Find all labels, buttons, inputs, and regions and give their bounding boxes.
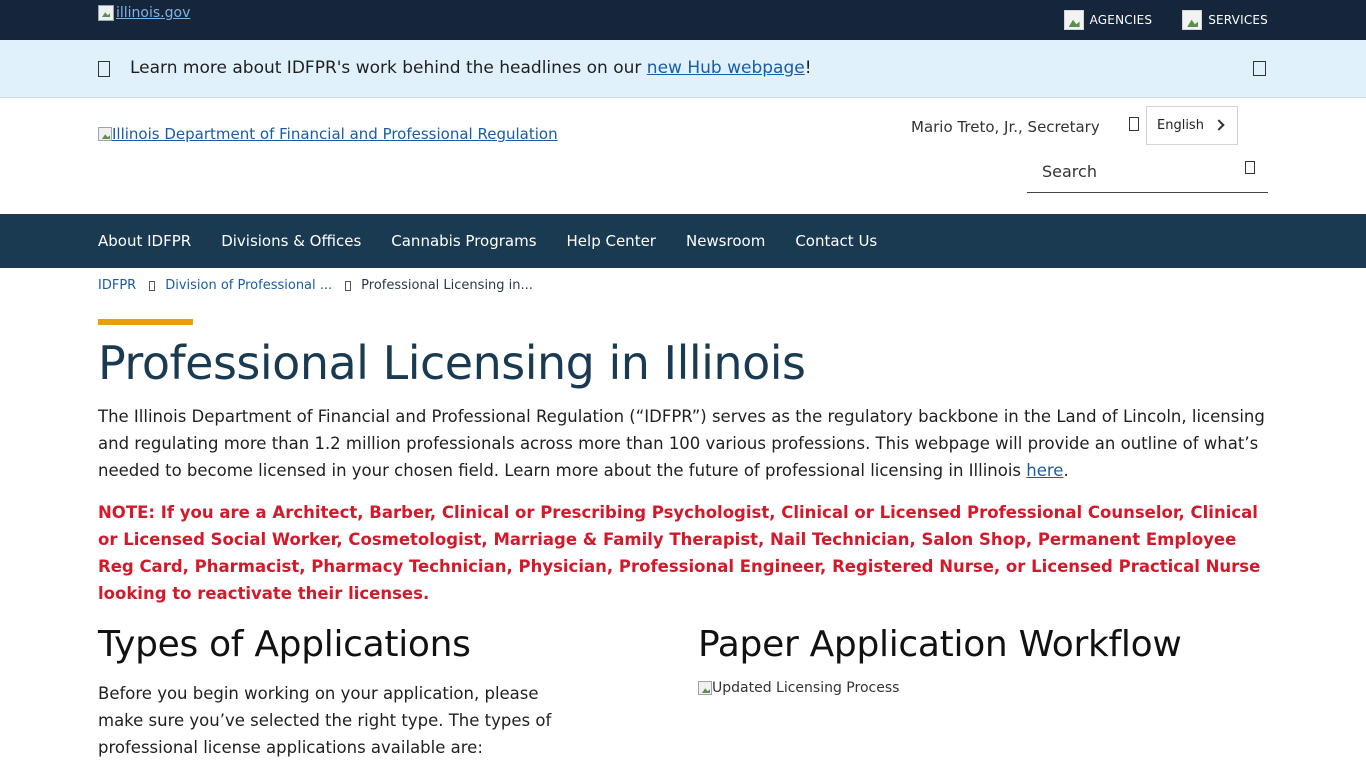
idfpr-logo-alt: Illinois Department of Financial and Pro… xyxy=(112,125,558,143)
intro-text: The Illinois Department of Financial and… xyxy=(98,407,1265,480)
language-selector[interactable]: English xyxy=(1146,106,1238,145)
types-description: Before you begin working on your applica… xyxy=(98,684,552,757)
breadcrumb-current: Professional Licensing in... xyxy=(361,278,533,293)
services-label: SERVICES xyxy=(1208,13,1268,27)
services-link[interactable]: SERVICES xyxy=(1182,10,1268,30)
broken-image-icon xyxy=(98,127,112,141)
breadcrumb-division[interactable]: Division of Professional ... xyxy=(165,278,332,293)
secretary-name: Mario Treto, Jr., Secretary xyxy=(911,118,1100,136)
search-input[interactable] xyxy=(1027,153,1227,189)
nav-newsroom[interactable]: Newsroom xyxy=(686,232,765,250)
illinois-gov-logo[interactable]: illinois.gov xyxy=(98,5,190,21)
licensing-process-alt: Updated Licensing Process xyxy=(712,680,900,696)
broken-image-icon xyxy=(698,681,712,695)
nav-contact-us[interactable]: Contact Us xyxy=(795,232,877,250)
top-bar: illinois.gov AGENCIES SERVICES xyxy=(0,0,1366,40)
announcement-text-end: ! xyxy=(804,58,812,78)
illinois-gov-logo-alt: illinois.gov xyxy=(116,5,191,21)
announcement-text: Learn more about IDFPR's work behind the… xyxy=(130,58,647,78)
site-header: Illinois Department of Financial and Pro… xyxy=(0,98,1366,214)
nav-about-idfpr[interactable]: About IDFPR xyxy=(98,232,191,250)
breadcrumb-separator-icon xyxy=(345,280,352,291)
services-icon xyxy=(1182,10,1203,30)
globe-icon xyxy=(1129,117,1139,131)
workflow-section: Paper Application Workflow Updated Licen… xyxy=(698,622,1268,696)
top-links: AGENCIES SERVICES xyxy=(1063,0,1268,40)
breadcrumb-idfpr[interactable]: IDFPR xyxy=(98,278,136,293)
info-icon xyxy=(98,61,110,77)
intro-paragraph: The Illinois Department of Financial and… xyxy=(98,403,1270,484)
workflow-heading: Paper Application Workflow xyxy=(698,624,1182,665)
breadcrumb-separator-icon xyxy=(149,280,156,291)
close-icon[interactable] xyxy=(1253,61,1266,76)
announcement-message: Learn more about IDFPR's work behind the… xyxy=(130,58,812,78)
title-accent-bar xyxy=(98,319,193,325)
agencies-link[interactable]: AGENCIES xyxy=(1063,10,1153,30)
idfpr-logo[interactable]: Illinois Department of Financial and Pro… xyxy=(98,125,558,143)
nav-cannabis-programs[interactable]: Cannabis Programs xyxy=(391,232,536,250)
types-section: Types of Applications Before you begin w… xyxy=(98,622,578,761)
reactivation-note: NOTE: If you are a Architect, Barber, Cl… xyxy=(98,503,1261,603)
hub-webpage-link[interactable]: new Hub webpage xyxy=(647,58,805,78)
types-heading: Types of Applications xyxy=(98,624,471,665)
nav-help-center[interactable]: Help Center xyxy=(567,232,656,250)
nav-divisions-offices[interactable]: Divisions & Offices xyxy=(221,232,361,250)
main-nav: About IDFPR Divisions & Offices Cannabis… xyxy=(0,214,1366,268)
search-box xyxy=(1027,153,1268,193)
language-label: English xyxy=(1157,118,1204,133)
chevron-right-icon xyxy=(1213,119,1225,131)
announcement-banner: Learn more about IDFPR's work behind the… xyxy=(0,40,1366,98)
agencies-label: AGENCIES xyxy=(1089,13,1153,27)
future-licensing-link[interactable]: here xyxy=(1026,461,1063,480)
breadcrumb: IDFPR Division of Professional ... Profe… xyxy=(98,278,533,293)
agencies-icon xyxy=(1063,10,1084,30)
search-icon[interactable] xyxy=(1245,161,1255,174)
page-title: Professional Licensing in Illinois xyxy=(98,336,806,390)
licensing-process-image: Updated Licensing Process xyxy=(698,680,1268,696)
intro-text-end: . xyxy=(1063,461,1069,480)
broken-image-icon xyxy=(98,5,114,21)
